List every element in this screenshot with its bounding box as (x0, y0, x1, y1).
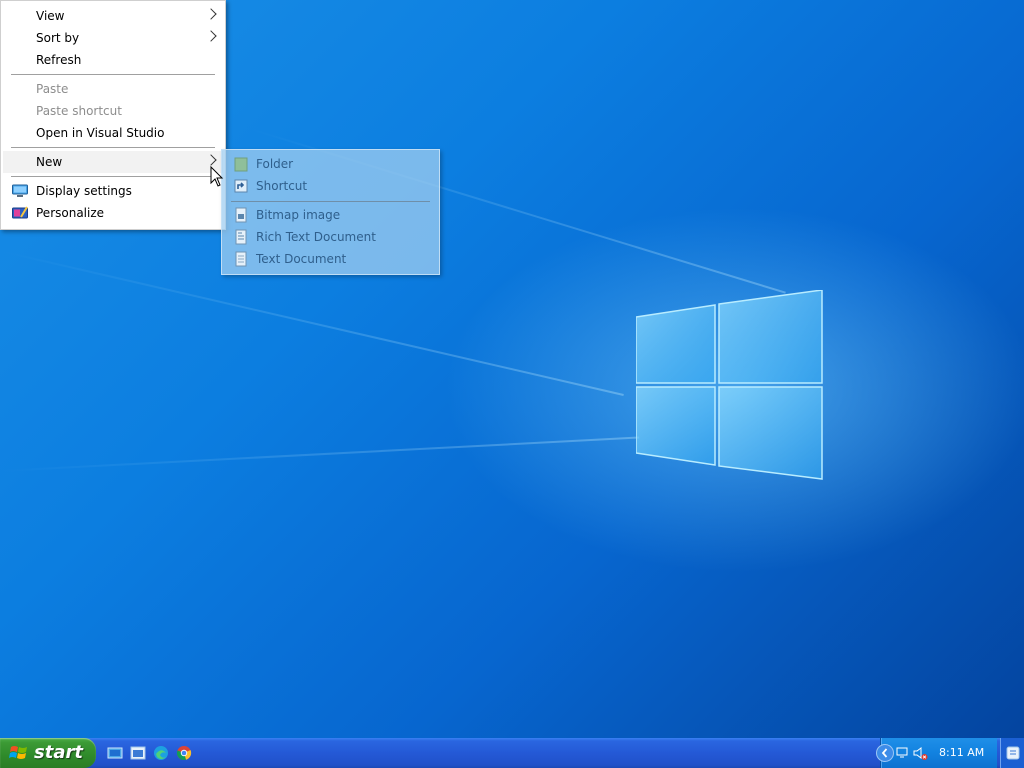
menu-item-label: View (36, 9, 65, 23)
menu-item-sort-by[interactable]: Sort by (3, 27, 223, 49)
show-desktop-icon[interactable] (107, 745, 123, 761)
rtf-document-icon (235, 229, 247, 245)
menu-separator (11, 74, 215, 75)
submenu-item-text-document[interactable]: Text Document (224, 248, 437, 270)
folder-icon (234, 157, 248, 172)
chevron-right-icon (205, 30, 217, 42)
notification-icon (1006, 746, 1020, 760)
desktop-context-menu: View Sort by Refresh Paste Paste shortcu… (0, 0, 226, 230)
notification-button[interactable] (1000, 738, 1024, 768)
menu-item-label: Open in Visual Studio (36, 126, 165, 140)
display-icon (12, 184, 28, 197)
light-beam (0, 436, 640, 472)
submenu-item-label: Text Document (256, 252, 347, 266)
start-label: start (34, 742, 83, 763)
menu-item-label: Paste (36, 82, 69, 96)
submenu-item-shortcut[interactable]: Shortcut (224, 175, 437, 197)
menu-separator (11, 176, 215, 177)
menu-separator (11, 147, 215, 148)
submenu-separator (231, 201, 430, 202)
new-submenu: Folder Shortcut Bitmap image Rich Text D… (221, 149, 440, 275)
menu-item-label: Paste shortcut (36, 104, 122, 118)
submenu-item-label: Bitmap image (256, 208, 341, 222)
menu-item-new[interactable]: New (3, 151, 223, 173)
mouse-cursor-icon (210, 166, 224, 187)
taskbar: start 8:11 AM (0, 738, 1024, 768)
bitmap-icon (235, 207, 247, 223)
text-document-icon (235, 251, 247, 267)
chevron-right-icon (205, 8, 217, 20)
menu-item-label: Sort by (36, 31, 80, 45)
menu-item-label: Display settings (36, 184, 132, 198)
submenu-item-rich-text-document[interactable]: Rich Text Document (224, 226, 437, 248)
menu-item-paste-shortcut[interactable]: Paste shortcut (3, 100, 223, 122)
volume-muted-icon[interactable] (912, 745, 928, 761)
chrome-icon[interactable] (176, 745, 192, 761)
submenu-item-bitmap-image[interactable]: Bitmap image (224, 204, 437, 226)
menu-item-label: New (36, 155, 63, 169)
menu-item-label: Refresh (36, 53, 82, 67)
menu-item-open-in-visual-studio[interactable]: Open in Visual Studio (3, 122, 223, 144)
submenu-item-label: Folder (256, 157, 294, 171)
network-disconnected-icon[interactable] (896, 745, 912, 761)
menu-item-label: Personalize (36, 206, 105, 220)
windows-logo-wallpaper (636, 290, 823, 480)
menu-item-paste[interactable]: Paste (3, 78, 223, 100)
submenu-item-folder[interactable]: Folder (224, 153, 437, 175)
explorer-icon[interactable] (130, 745, 146, 761)
menu-item-personalize[interactable]: Personalize (3, 202, 223, 224)
personalize-icon (12, 206, 28, 219)
menu-item-view[interactable]: View (3, 5, 223, 27)
menu-item-display-settings[interactable]: Display settings (3, 180, 223, 202)
submenu-item-label: Shortcut (256, 179, 308, 193)
tray-expand-icon[interactable] (876, 744, 894, 762)
chevron-right-icon (205, 154, 217, 166)
shortcut-icon (234, 179, 248, 193)
submenu-item-label: Rich Text Document (256, 230, 376, 244)
clock[interactable]: 8:11 AM (939, 746, 984, 759)
menu-item-refresh[interactable]: Refresh (3, 49, 223, 71)
edge-icon[interactable] (153, 745, 169, 761)
windows-flag-icon (9, 746, 27, 759)
start-button[interactable]: start (0, 738, 96, 768)
